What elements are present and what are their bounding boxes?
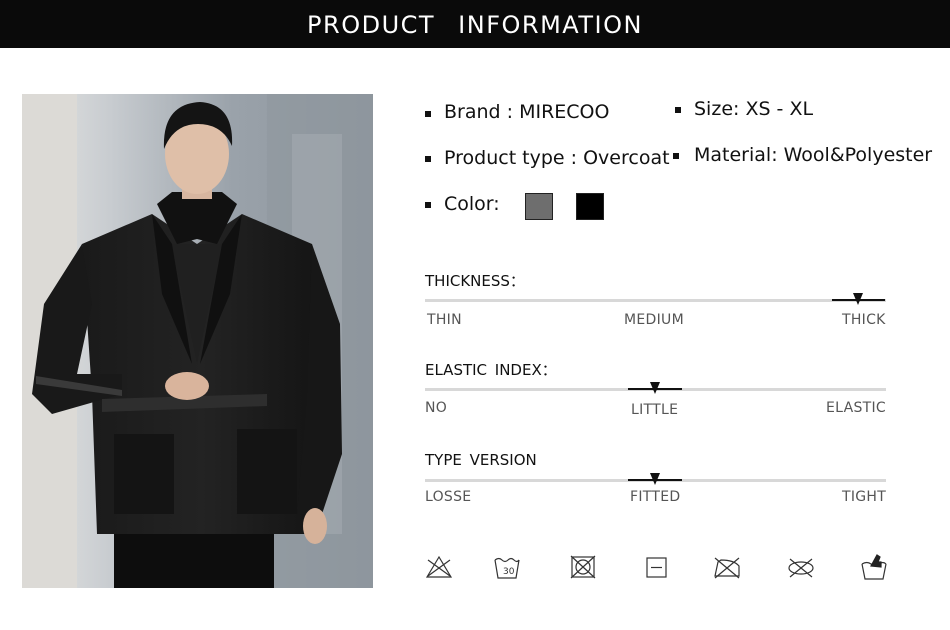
size-label: Size: XS - XL [694, 98, 814, 120]
scale-title: THICKNESS： [425, 272, 525, 290]
hand-wash-icon: 30 [492, 552, 522, 582]
scale-tick-no: NO [425, 400, 448, 416]
scale-tick-tight: TIGHT [842, 489, 887, 505]
scale-tick-elastic: ELASTIC [826, 400, 886, 416]
dry-flat-icon [641, 552, 671, 582]
scale-tick-thick: THICK [842, 312, 886, 328]
color-label: Color: [444, 193, 500, 215]
scale-tick-thin: THIN [427, 312, 462, 328]
scale-tick-medium: MEDIUM [624, 312, 684, 328]
product-type-label: Product type : Overcoat [444, 147, 670, 169]
scale-track [425, 299, 886, 302]
section-header: PRODUCT INFORMATION [0, 0, 950, 48]
bullet [425, 111, 431, 117]
scale-marker [650, 473, 660, 485]
bullet [673, 153, 679, 159]
brand-label: Brand : MIRECOO [444, 101, 610, 123]
scale-marker [650, 382, 660, 394]
bullet [425, 202, 431, 208]
do-not-tumble-dry-icon [568, 552, 598, 582]
hand-wash-only-icon [859, 552, 889, 582]
svg-text:30: 30 [503, 567, 515, 577]
scale-tick-little: LITTLE [631, 402, 679, 418]
scale-title: TYPE VERSION [425, 451, 537, 469]
scale-title: ELASTIC INDEX： [425, 361, 557, 379]
bullet [425, 156, 431, 162]
scale-tick-fitted: FITTED [630, 489, 681, 505]
color-swatch-black[interactable] [576, 193, 604, 220]
color-swatch-gray[interactable] [525, 193, 553, 220]
do-not-dry-clean-icon [786, 552, 816, 582]
bullet [675, 107, 681, 113]
do-not-iron-icon [712, 552, 742, 582]
material-label: Material: Wool&Polyester [694, 144, 933, 166]
product-photo [22, 94, 373, 588]
scale-marker [853, 293, 863, 305]
do-not-bleach-icon [424, 552, 454, 582]
scale-tick-losse: LOSSE [425, 489, 472, 505]
